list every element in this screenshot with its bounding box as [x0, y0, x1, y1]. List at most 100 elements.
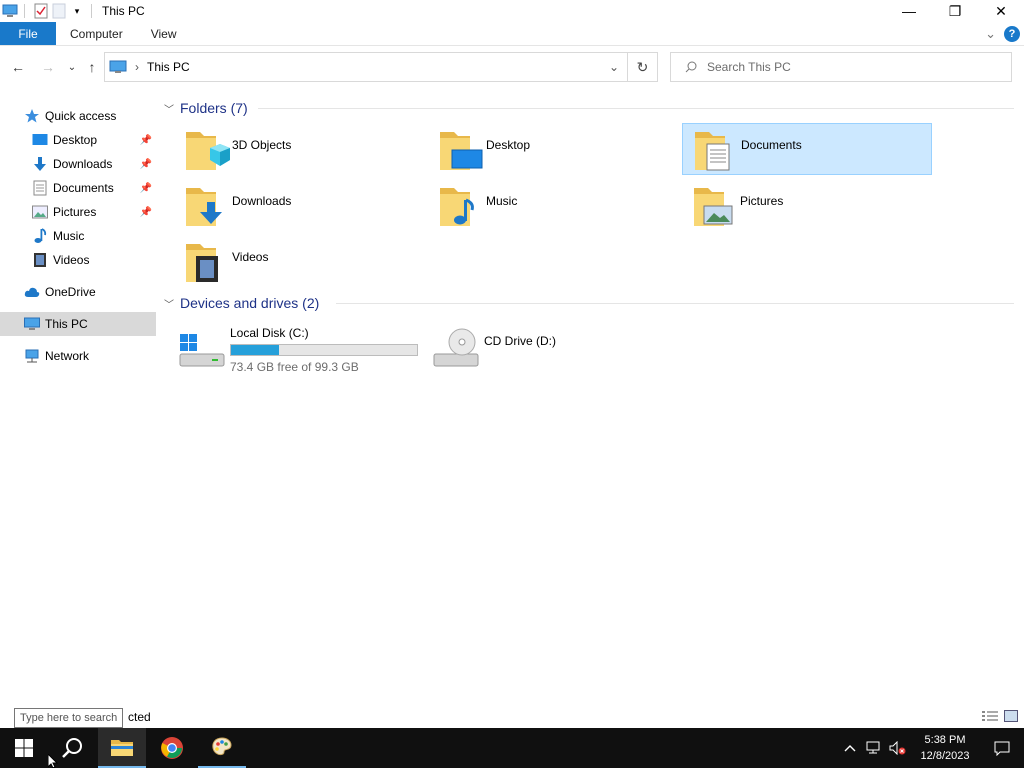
- videos-folder-icon: [186, 244, 218, 282]
- nav-item-network[interactable]: Network: [0, 344, 156, 368]
- customize-qat-chevron-icon[interactable]: ▾: [69, 3, 85, 19]
- start-button[interactable]: [0, 728, 48, 768]
- ribbon-tabs: File Computer View ⌄ ?: [0, 22, 1024, 46]
- paint-taskbar-button[interactable]: [198, 728, 246, 768]
- pictures-folder-icon: [694, 188, 733, 226]
- folder-label: Videos: [232, 250, 269, 264]
- address-bar[interactable]: › This PC ⌄: [104, 52, 628, 82]
- 3d-objects-folder-icon: [186, 132, 230, 170]
- folder-label: Desktop: [486, 138, 531, 152]
- nav-item-music[interactable]: Music: [0, 224, 156, 248]
- title-bar: ▾ This PC — ❐ ✕: [0, 0, 1024, 22]
- videos-icon: [32, 252, 48, 268]
- address-dropdown-chevron-icon[interactable]: ⌄: [609, 60, 619, 74]
- collapse-chevron-icon[interactable]: ﹀: [164, 296, 174, 311]
- search-input[interactable]: Search This PC: [670, 52, 1012, 82]
- address-row: ← → ⌄ ↑ › This PC ⌄ ↻ Search This PC: [0, 50, 1024, 84]
- nav-label: Documents: [53, 181, 114, 195]
- music-icon: [32, 228, 48, 244]
- file-explorer-taskbar-button[interactable]: [98, 728, 146, 768]
- nav-item-quick-access[interactable]: Quick access: [0, 104, 156, 128]
- nav-label: OneDrive: [45, 285, 96, 299]
- downloads-folder-icon: [186, 188, 222, 226]
- window-controls: — ❐ ✕: [886, 0, 1024, 22]
- disk-usage-fill: [231, 345, 280, 355]
- tab-computer[interactable]: Computer: [56, 22, 137, 45]
- refresh-button[interactable]: ↻: [628, 52, 658, 82]
- tab-view[interactable]: View: [137, 22, 191, 45]
- show-hidden-icons-chevron-icon[interactable]: [838, 744, 862, 752]
- disk-usage-bar: [230, 344, 418, 356]
- breadcrumb-this-pc[interactable]: This PC: [147, 60, 190, 74]
- navigation-pane: Quick access Desktop 📌 Downloads 📌 Docum…: [0, 100, 156, 700]
- windows-start-icon: [15, 739, 33, 757]
- downloads-icon: [32, 156, 48, 172]
- search-placeholder: Search This PC: [707, 60, 791, 74]
- close-button[interactable]: ✕: [978, 0, 1024, 22]
- tab-file[interactable]: File: [0, 22, 56, 45]
- new-folder-icon[interactable]: [51, 3, 67, 19]
- drive-tile-local-disk-c[interactable]: Local Disk (C:) 73.4 GB free of 99.3 GB: [164, 320, 434, 376]
- search-icon: [685, 61, 697, 73]
- folder-tile-documents[interactable]: Documents: [682, 123, 932, 175]
- folder-tile-pictures[interactable]: Pictures: [692, 180, 942, 232]
- large-icons-view-icon[interactable]: [1004, 710, 1018, 725]
- drives-group-header[interactable]: ﹀ Devices and drives (2): [164, 291, 1016, 315]
- pin-icon[interactable]: 📌: [140, 183, 152, 194]
- minimize-button[interactable]: —: [886, 0, 932, 22]
- up-button[interactable]: ↑: [82, 58, 102, 76]
- window-title: This PC: [102, 4, 145, 18]
- clock-date: 12/8/2023: [920, 750, 970, 762]
- pin-icon[interactable]: 📌: [140, 135, 152, 146]
- folders-group-header[interactable]: ﹀ Folders (7): [164, 96, 1016, 120]
- nav-item-pictures[interactable]: Pictures 📌: [0, 200, 156, 224]
- folder-tile-downloads[interactable]: Downloads: [184, 180, 434, 232]
- search-icon: [62, 738, 82, 758]
- nav-label: Network: [45, 349, 90, 363]
- folder-label: Documents: [741, 138, 802, 152]
- drive-label: Local Disk (C:): [230, 326, 309, 340]
- nav-label: Pictures: [53, 205, 97, 219]
- network-status-icon[interactable]: [862, 741, 886, 755]
- nav-item-desktop[interactable]: Desktop 📌: [0, 128, 156, 152]
- action-center-icon[interactable]: [980, 740, 1024, 756]
- pin-icon[interactable]: 📌: [140, 207, 152, 218]
- folder-tile-3d-objects[interactable]: 3D Objects: [184, 124, 434, 176]
- volume-muted-icon[interactable]: [886, 741, 910, 755]
- nav-item-downloads[interactable]: Downloads 📌: [0, 152, 156, 176]
- nav-label: This PC: [45, 317, 88, 331]
- expand-ribbon-chevron-icon[interactable]: ⌄: [985, 26, 996, 42]
- nav-item-this-pc[interactable]: This PC: [0, 312, 156, 336]
- group-divider: [336, 303, 1014, 304]
- chrome-taskbar-button[interactable]: [148, 728, 196, 768]
- music-folder-icon: [440, 188, 474, 226]
- taskbar-clock[interactable]: 5:38 PM 12/8/2023: [910, 732, 980, 764]
- breadcrumb-separator[interactable]: ›: [135, 60, 139, 74]
- folder-tile-videos[interactable]: Videos: [184, 236, 434, 288]
- help-icon[interactable]: ?: [1004, 26, 1020, 42]
- back-button[interactable]: ←: [8, 58, 28, 76]
- drive-tile-cd-drive-d[interactable]: CD Drive (D:): [418, 320, 668, 376]
- chrome-icon: [161, 737, 183, 759]
- collapse-chevron-icon[interactable]: ﹀: [164, 101, 174, 116]
- folder-tile-music[interactable]: Music: [438, 180, 688, 232]
- pin-icon[interactable]: 📌: [140, 159, 152, 170]
- this-pc-icon: [24, 316, 40, 332]
- forward-button[interactable]: →: [38, 58, 58, 76]
- nav-item-documents[interactable]: Documents 📌: [0, 176, 156, 200]
- pictures-icon: [32, 204, 48, 220]
- this-pc-icon[interactable]: [2, 3, 18, 19]
- properties-icon[interactable]: [33, 3, 49, 19]
- details-view-icon[interactable]: [982, 710, 998, 725]
- desktop-folder-icon: [440, 132, 483, 170]
- drive-free-space: 73.4 GB free of 99.3 GB: [230, 360, 359, 374]
- clock-time: 5:38 PM: [924, 734, 966, 746]
- maximize-button[interactable]: ❐: [932, 0, 978, 22]
- recent-locations-button[interactable]: ⌄: [62, 58, 82, 76]
- nav-item-onedrive[interactable]: OneDrive: [0, 280, 156, 304]
- group-title: Devices and drives (2): [180, 295, 320, 311]
- folder-label: Pictures: [740, 194, 784, 208]
- nav-item-videos[interactable]: Videos: [0, 248, 156, 272]
- folder-tile-desktop[interactable]: Desktop: [438, 124, 688, 176]
- search-tooltip: Type here to search: [14, 708, 124, 728]
